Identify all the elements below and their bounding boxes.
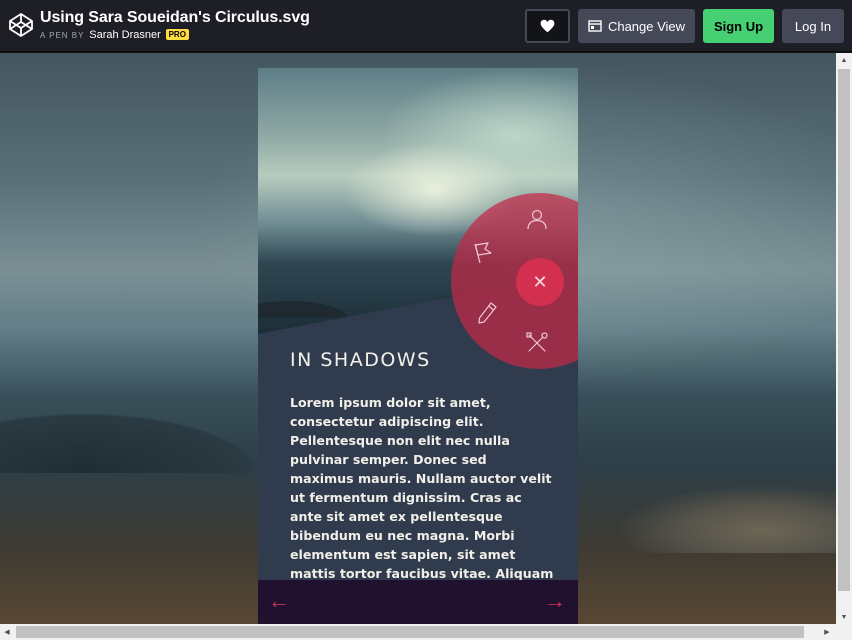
pen-byline: A PEN BY Sarah Drasner PRO: [40, 29, 189, 41]
vertical-scroll-thumb[interactable]: [838, 69, 850, 591]
next-arrow-icon[interactable]: →: [544, 589, 566, 613]
codepen-logo-icon[interactable]: [8, 12, 34, 38]
sign-up-button[interactable]: Sign Up: [703, 9, 774, 43]
user-icon[interactable]: [525, 207, 549, 231]
top-bar: Using Sara Soueidan's Circulus.svg A PEN…: [0, 0, 852, 52]
vertical-scrollbar[interactable]: ▲ ▼: [836, 53, 852, 624]
card-footer-nav: ← →: [258, 580, 578, 624]
article-card: IN SHADOWS Lorem ipsum dolor sit amet, c…: [258, 68, 578, 624]
background-town: [580, 443, 836, 553]
tools-icon[interactable]: [525, 331, 549, 355]
prev-arrow-icon[interactable]: ←: [268, 589, 290, 613]
layout-icon: [588, 20, 602, 32]
card-body-text: Lorem ipsum dolor sit amet, consectetur …: [290, 395, 554, 581]
heart-button[interactable]: [525, 9, 570, 43]
change-view-button[interactable]: Change View: [578, 9, 695, 43]
scroll-down-icon[interactable]: ▼: [836, 610, 852, 624]
pro-badge: PRO: [165, 29, 189, 40]
background-hills: [0, 353, 280, 473]
heart-icon: [540, 19, 555, 33]
card-heading: IN SHADOWS: [290, 349, 431, 371]
author-link[interactable]: Sarah Drasner: [89, 29, 161, 41]
log-in-button[interactable]: Log In: [782, 9, 844, 43]
horizontal-scroll-thumb[interactable]: [16, 626, 804, 638]
close-icon: ✕: [532, 271, 548, 292]
close-menu-button[interactable]: ✕: [516, 258, 564, 306]
pen-title[interactable]: Using Sara Soueidan's Circulus.svg: [40, 9, 310, 27]
flag-icon[interactable]: [471, 241, 495, 265]
byline-prefix: A PEN BY: [40, 31, 85, 40]
pencil-icon[interactable]: [475, 301, 499, 325]
scroll-right-icon[interactable]: ▶: [820, 624, 834, 640]
change-view-label: Change View: [607, 18, 686, 34]
pen-preview: IN SHADOWS Lorem ipsum dolor sit amet, c…: [0, 53, 836, 624]
scroll-left-icon[interactable]: ◀: [0, 624, 14, 640]
horizontal-scrollbar[interactable]: ◀ ▶: [0, 624, 852, 640]
scroll-up-icon[interactable]: ▲: [836, 53, 852, 67]
